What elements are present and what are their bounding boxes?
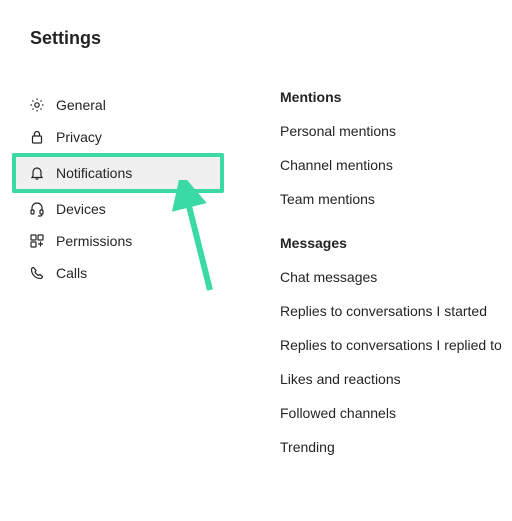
sidebar-item-label: General: [56, 97, 106, 113]
highlight-annotation: Notifications: [12, 153, 224, 193]
sidebar-item-label: Notifications: [56, 165, 132, 181]
settings-panel: Mentions Personal mentions Channel menti…: [230, 89, 512, 473]
sidebar-item-label: Privacy: [56, 129, 102, 145]
sidebar-item-general[interactable]: General: [16, 89, 230, 121]
sidebar-item-notifications[interactable]: Notifications: [16, 157, 220, 189]
headset-icon: [28, 201, 46, 217]
settings-content: General Privacy Notifications Devices: [0, 89, 512, 473]
option-replies-started[interactable]: Replies to conversations I started: [280, 303, 512, 319]
sidebar-item-privacy[interactable]: Privacy: [16, 121, 230, 153]
sidebar-item-label: Devices: [56, 201, 106, 217]
option-chat-messages[interactable]: Chat messages: [280, 269, 512, 285]
section-header: Mentions: [280, 89, 512, 105]
phone-icon: [28, 265, 46, 281]
option-replies-replied[interactable]: Replies to conversations I replied to: [280, 337, 512, 353]
sidebar-item-calls[interactable]: Calls: [16, 257, 230, 289]
section-mentions: Mentions Personal mentions Channel menti…: [280, 89, 512, 207]
option-channel-mentions[interactable]: Channel mentions: [280, 157, 512, 173]
option-trending[interactable]: Trending: [280, 439, 512, 455]
sidebar-item-label: Permissions: [56, 233, 132, 249]
sidebar-item-devices[interactable]: Devices: [16, 193, 230, 225]
option-team-mentions[interactable]: Team mentions: [280, 191, 512, 207]
section-header: Messages: [280, 235, 512, 251]
bell-icon: [28, 165, 46, 181]
settings-sidebar: General Privacy Notifications Devices: [0, 89, 230, 473]
option-personal-mentions[interactable]: Personal mentions: [280, 123, 512, 139]
sidebar-item-permissions[interactable]: Permissions: [16, 225, 230, 257]
apps-icon: [28, 233, 46, 249]
gear-icon: [28, 97, 46, 113]
sidebar-item-label: Calls: [56, 265, 87, 281]
page-title: Settings: [30, 28, 512, 49]
option-followed-channels[interactable]: Followed channels: [280, 405, 512, 421]
lock-icon: [28, 129, 46, 145]
settings-header: Settings: [0, 0, 512, 49]
section-messages: Messages Chat messages Replies to conver…: [280, 235, 512, 455]
option-likes-reactions[interactable]: Likes and reactions: [280, 371, 512, 387]
